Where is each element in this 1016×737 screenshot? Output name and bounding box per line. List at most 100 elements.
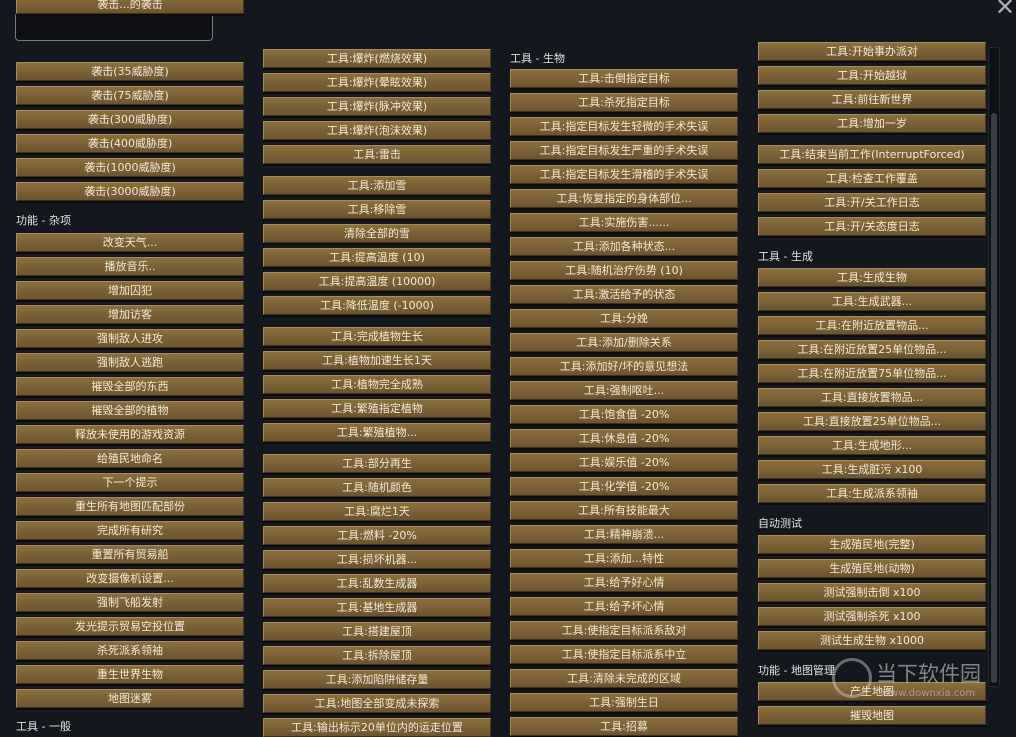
debug-action-button[interactable]: 生成殖民地(完整)	[758, 535, 986, 554]
debug-action-button[interactable]: 工具:生成脏污 x100	[758, 460, 986, 479]
scrollbar-thumb[interactable]	[991, 113, 997, 683]
debug-action-button[interactable]: 测试强制杀死 x100	[758, 607, 986, 626]
debug-action-button[interactable]: 工具:指定目标发生轻微的手术失误	[510, 117, 738, 136]
debug-action-button[interactable]: 工具:生成派系领袖	[758, 484, 986, 503]
debug-action-button[interactable]: 下一个提示	[16, 473, 244, 492]
debug-action-button[interactable]: 袭击(1000威胁度)	[16, 158, 244, 177]
debug-action-button[interactable]: 工具:恢复指定的身体部位...	[510, 189, 738, 208]
debug-action-button[interactable]: 工具:招募	[510, 717, 738, 736]
debug-action-button[interactable]: 工具:损坏机器...	[263, 550, 491, 569]
debug-action-button[interactable]: 工具:直接放置物品...	[758, 388, 986, 407]
debug-action-button[interactable]: 工具:饱食值 -20%	[510, 405, 738, 424]
debug-action-button[interactable]: 工具:搭建屋顶	[263, 622, 491, 641]
debug-action-button[interactable]: 工具:给予好心情	[510, 573, 738, 592]
debug-action-button[interactable]: 工具:直接放置25单位物品...	[758, 412, 986, 431]
debug-action-button[interactable]: 工具:开/关工作日志	[758, 193, 986, 212]
debug-action-button[interactable]: 摧毁全部的东西	[16, 377, 244, 396]
debug-action-button[interactable]: 摧毁全部的植物	[16, 401, 244, 420]
debug-action-button[interactable]: 完成所有研究	[16, 521, 244, 540]
debug-action-button[interactable]: 工具:实施伤害......	[510, 213, 738, 232]
debug-action-button[interactable]: 工具:给予坏心情	[510, 597, 738, 616]
debug-action-button[interactable]: 工具:分娩	[510, 309, 738, 328]
debug-action-button[interactable]: 工具:降低温度 (-1000)	[263, 296, 491, 315]
debug-action-button[interactable]: 工具:开/关态度日志	[758, 217, 986, 236]
debug-action-button[interactable]: 生成殖民地(动物)	[758, 559, 986, 578]
debug-action-button[interactable]: 工具:基地生成器	[263, 598, 491, 617]
debug-action-button[interactable]: 重生世界生物	[16, 665, 244, 684]
debug-action-button[interactable]: 工具:繁殖植物...	[263, 423, 491, 442]
debug-action-button[interactable]: 工具:添加好/坏的意见想法	[510, 357, 738, 376]
debug-action-button[interactable]: 增加访客	[16, 305, 244, 324]
debug-action-button[interactable]: 工具:清除未完成的区域	[510, 669, 738, 688]
debug-action-button[interactable]: 地图迷雾	[16, 689, 244, 708]
debug-action-button[interactable]: 清除全部的雪	[263, 224, 491, 243]
debug-action-button[interactable]: 工具:完成植物生长	[263, 327, 491, 346]
debug-action-button[interactable]: 工具:激活给予的状态	[510, 285, 738, 304]
close-icon[interactable]: ✕	[994, 0, 1016, 19]
debug-action-button[interactable]: 重置所有贸易船	[16, 545, 244, 564]
debug-action-button[interactable]: 工具:增加一岁	[758, 114, 986, 133]
debug-action-button[interactable]: 工具:生成地形...	[758, 436, 986, 455]
debug-action-button[interactable]: 给殖民地命名	[16, 449, 244, 468]
debug-action-button[interactable]: 袭击(400威胁度)	[16, 134, 244, 153]
debug-action-button[interactable]: 袭击(300威胁度)	[16, 110, 244, 129]
debug-action-button[interactable]: 产生地图	[758, 682, 986, 701]
debug-action-button[interactable]: 工具:移除雪	[263, 200, 491, 219]
debug-action-button[interactable]: 工具:部分再生	[263, 454, 491, 473]
debug-action-button[interactable]: 增加囚犯	[16, 281, 244, 300]
debug-action-button[interactable]: 工具:前往新世界	[758, 90, 986, 109]
debug-action-button[interactable]: 袭击(35威胁度)	[16, 62, 244, 81]
debug-action-button[interactable]: 工具:在附近放置25单位物品...	[758, 340, 986, 359]
debug-action-button[interactable]: 工具:输出标示20单位内的运走位置	[263, 718, 491, 737]
debug-action-button[interactable]: 测试强制击倒 x100	[758, 583, 986, 602]
debug-action-button[interactable]: 工具:杀死指定目标	[510, 93, 738, 112]
debug-action-button[interactable]: 工具:爆炸(泡沫效果)	[263, 121, 491, 140]
debug-action-button[interactable]: 工具:爆炸(燃烧效果)	[263, 49, 491, 68]
debug-action-button[interactable]: 工具:添加各种状态...	[510, 237, 738, 256]
debug-action-button[interactable]: 强制敌人逃跑	[16, 353, 244, 372]
debug-action-button[interactable]: 工具:开始事办派对	[758, 42, 986, 61]
debug-action-button[interactable]: 工具:强制生日	[510, 693, 738, 712]
debug-action-button[interactable]: 工具:生成生物	[758, 268, 986, 287]
debug-action-button[interactable]: 工具:腐烂1天	[263, 502, 491, 521]
debug-action-button[interactable]: 工具:添加陷阱储存量	[263, 670, 491, 689]
debug-action-button[interactable]: 工具:燃料 -20%	[263, 526, 491, 545]
debug-action-button[interactable]: 工具:乱数生成器	[263, 574, 491, 593]
debug-action-button[interactable]: 工具:拆除屋顶	[263, 646, 491, 665]
debug-action-button[interactable]: 测试生成生物 x1000	[758, 631, 986, 650]
scrollbar[interactable]	[988, 47, 1000, 687]
debug-action-button[interactable]: 工具:添加...特性	[510, 549, 738, 568]
debug-action-button[interactable]: 袭击(3000威胁度)	[16, 182, 244, 201]
debug-action-button[interactable]: 工具:地图全部变成未探索	[263, 694, 491, 713]
debug-action-button[interactable]: 工具:开始越狱	[758, 66, 986, 85]
debug-action-button[interactable]: 发光提示贸易空投位置	[16, 617, 244, 636]
debug-action-button[interactable]: 工具:使指定目标派系敌对	[510, 621, 738, 640]
debug-action-button[interactable]: 强制敌人进攻	[16, 329, 244, 348]
debug-action-button[interactable]: 工具:添加雪	[263, 176, 491, 195]
debug-action-button[interactable]: 工具:击倒指定目标	[510, 69, 738, 88]
debug-action-button[interactable]: 重生所有地图匹配部份	[16, 497, 244, 516]
debug-action-button[interactable]: 工具:在附近放置物品...	[758, 316, 986, 335]
debug-action-button[interactable]: 工具:结束当前工作(InterruptForced)	[758, 145, 986, 164]
debug-action-button[interactable]: 工具:爆炸(脉冲效果)	[263, 97, 491, 116]
debug-action-button[interactable]: 工具:繁殖指定植物	[263, 399, 491, 418]
debug-action-button[interactable]: 工具:指定目标发生滑稽的手术失误	[510, 165, 738, 184]
debug-action-button[interactable]: 工具:爆炸(晕眩效果)	[263, 73, 491, 92]
debug-action-button[interactable]: 工具:检查工作覆盖	[758, 169, 986, 188]
debug-action-button[interactable]: 工具:指定目标发生严重的手术失误	[510, 141, 738, 160]
debug-action-button[interactable]: 工具:提高温度 (10000)	[263, 272, 491, 291]
debug-action-button[interactable]: 工具:使指定目标派系中立	[510, 645, 738, 664]
debug-action-button[interactable]: 杀死派系领袖	[16, 641, 244, 660]
debug-action-button[interactable]: 工具:在附近放置75单位物品...	[758, 364, 986, 383]
debug-action-button[interactable]: 袭击...的袭击	[16, 0, 244, 14]
debug-action-button[interactable]: 工具:添加/删除关系	[510, 333, 738, 352]
debug-action-button[interactable]: 工具:化学值 -20%	[510, 477, 738, 496]
debug-action-button[interactable]: 改变天气...	[16, 233, 244, 252]
debug-action-button[interactable]: 工具:随机治疗伤势 (10)	[510, 261, 738, 280]
debug-action-button[interactable]: 播放音乐..	[16, 257, 244, 276]
debug-action-button[interactable]: 工具:提高温度 (10)	[263, 248, 491, 267]
debug-action-button[interactable]: 工具:精神崩溃...	[510, 525, 738, 544]
debug-action-button[interactable]: 释放未使用的游戏资源	[16, 425, 244, 444]
debug-action-button[interactable]: 摧毁地图	[758, 706, 986, 725]
debug-action-button[interactable]: 工具:雷击	[263, 145, 491, 164]
